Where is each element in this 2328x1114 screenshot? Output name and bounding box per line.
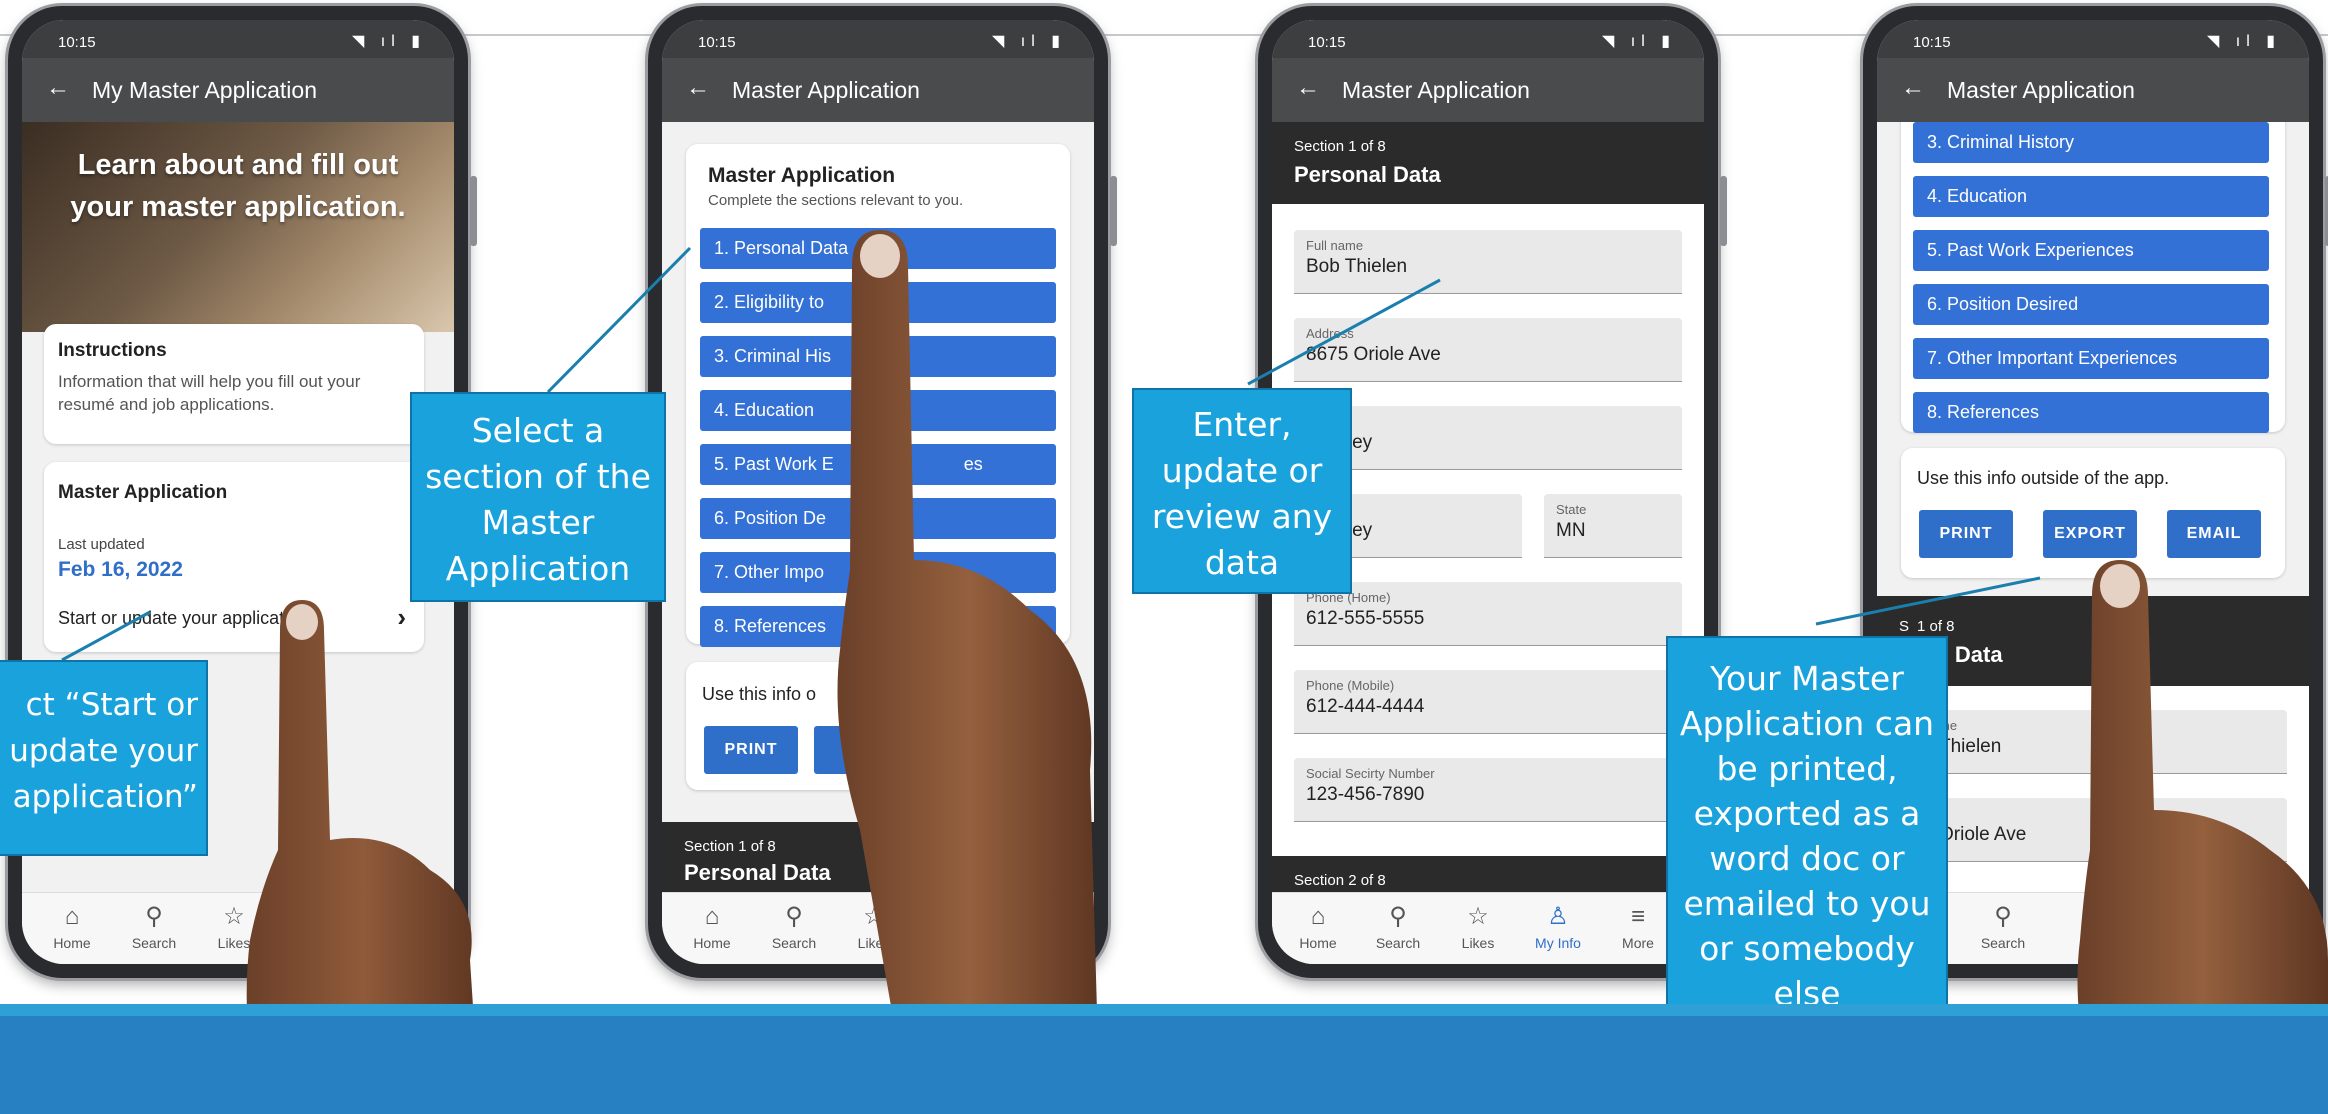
callout-3-line: [1247, 278, 1441, 386]
callout-1-line: [61, 610, 151, 662]
callout-start-update: ct “Start or update your application”: [0, 660, 208, 856]
callout-text: Your Master Application can be printed, …: [1679, 659, 1935, 1013]
footer-band-highlight: [0, 1004, 2328, 1016]
pointing-hand-2: [837, 230, 1100, 1114]
callout-4-line: [1815, 576, 2041, 626]
callout-enter-data: Enter, update or review any data: [1132, 388, 1352, 594]
callout-text: Enter, update or review any data: [1151, 405, 1333, 582]
callout-text: Select a section of the Master Applicati…: [425, 411, 651, 588]
footer-band: [0, 1016, 2328, 1114]
callout-select-section: Select a section of the Master Applicati…: [410, 392, 666, 602]
callout-text: ct “Start or update your application”: [9, 687, 198, 815]
callout-2-line: [546, 246, 692, 394]
callout-export-options: Your Master Application can be printed, …: [1666, 636, 1948, 1028]
